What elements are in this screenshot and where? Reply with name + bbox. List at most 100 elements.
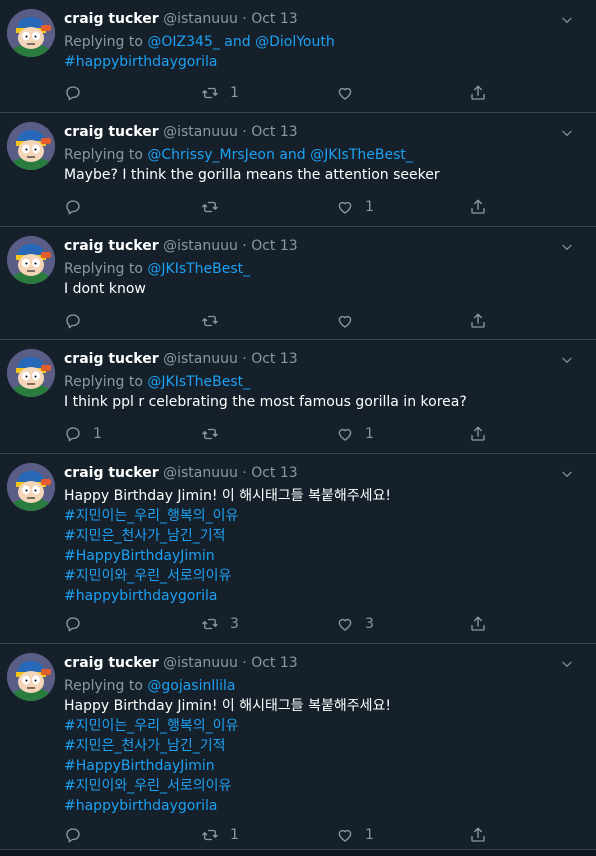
tweet-content: craig tucker @istanuuu · Oct 13 Replying … xyxy=(64,237,556,299)
more-options-button[interactable] xyxy=(560,656,574,670)
more-options-button[interactable] xyxy=(560,352,574,366)
tweet-body: Replying to @OIZ345_ and @DiolYouth #happ… xyxy=(64,32,556,72)
reply-button[interactable] xyxy=(64,614,93,634)
tweet-text: I dont know xyxy=(64,281,146,297)
replying-to-line: Replying to @JKIsTheBest_ xyxy=(64,259,556,279)
avatar[interactable] xyxy=(7,122,55,170)
like-button[interactable] xyxy=(336,311,365,331)
share-button[interactable] xyxy=(469,311,487,331)
avatar[interactable] xyxy=(7,9,55,57)
share-button[interactable] xyxy=(469,614,487,634)
tweet-actions: 1 xyxy=(64,83,504,103)
tweet[interactable]: craig tucker @istanuuu · Oct 13 Replying … xyxy=(0,644,596,850)
hashtag-link[interactable]: #지민이와_우린_서로의이유 xyxy=(64,566,556,586)
user-handle[interactable]: @istanuuu xyxy=(163,124,238,140)
hashtag-link[interactable]: #happybirthdaygorila xyxy=(64,796,556,816)
display-name[interactable]: craig tucker xyxy=(64,11,159,27)
more-options-button[interactable] xyxy=(560,125,574,139)
hashtag-link[interactable]: #지민이는_우리_행복의_이유 xyxy=(64,506,556,526)
retweet-icon xyxy=(202,315,218,327)
tweet[interactable]: craig tucker @istanuuu · Oct 13 Replying … xyxy=(0,0,596,113)
retweet-button[interactable]: 3 xyxy=(201,614,239,634)
retweet-button[interactable] xyxy=(201,311,230,331)
display-name[interactable]: craig tucker xyxy=(64,351,159,367)
hashtag-link[interactable]: #지민은_천사가_남긴_기적 xyxy=(64,526,556,546)
timestamp[interactable]: Oct 13 xyxy=(251,124,297,140)
tweet[interactable]: craig tucker @istanuuu · Oct 13 Replying … xyxy=(0,227,596,340)
like-button[interactable] xyxy=(336,83,365,103)
reply-button[interactable] xyxy=(64,83,93,103)
timestamp[interactable]: Oct 13 xyxy=(251,465,297,481)
user-handle[interactable]: @istanuuu xyxy=(163,238,238,254)
hashtag-link[interactable]: #HappyBirthdayJimin xyxy=(64,756,556,776)
reply-button[interactable] xyxy=(64,311,93,331)
hashtag-link[interactable]: #happybirthdaygorila xyxy=(64,586,556,606)
retweet-button[interactable] xyxy=(201,424,230,444)
avatar-image xyxy=(7,653,55,701)
user-handle[interactable]: @istanuuu xyxy=(163,655,238,671)
user-handle[interactable]: @istanuuu xyxy=(163,11,238,27)
reply-icon xyxy=(66,86,80,101)
hashtag-link[interactable]: #지민이와_우린_서로의이유 xyxy=(64,776,556,796)
timestamp[interactable]: Oct 13 xyxy=(251,238,297,254)
more-options-button[interactable] xyxy=(560,12,574,26)
tweet-header: craig tucker @istanuuu · Oct 13 xyxy=(64,654,556,672)
like-count: 3 xyxy=(365,616,374,632)
reply-mention-link[interactable]: @JKIsTheBest_ xyxy=(147,374,250,390)
share-button[interactable] xyxy=(469,83,487,103)
tweet-body: Replying to @Chrissy_MrsJeon and @JKIsTh… xyxy=(64,145,556,185)
user-handle[interactable]: @istanuuu xyxy=(163,465,238,481)
chevron-down-icon xyxy=(562,17,572,23)
avatar[interactable] xyxy=(7,463,55,511)
avatar-image xyxy=(7,463,55,511)
tweet-text: Maybe? I think the gorilla means the att… xyxy=(64,167,440,183)
reply-mention-link[interactable]: @JKIsTheBest_ xyxy=(147,261,250,277)
share-button[interactable] xyxy=(469,197,487,217)
timestamp[interactable]: Oct 13 xyxy=(251,351,297,367)
replying-to-label: Replying to xyxy=(64,261,143,277)
like-button[interactable]: 1 xyxy=(336,825,374,845)
retweet-button[interactable]: 1 xyxy=(201,825,239,845)
reply-button[interactable] xyxy=(64,197,93,217)
like-count: 1 xyxy=(365,199,374,215)
timestamp[interactable]: Oct 13 xyxy=(251,11,297,27)
reply-mention-link[interactable]: @gojasinllila xyxy=(147,678,235,694)
hashtag-link[interactable]: #HappyBirthdayJimin xyxy=(64,546,556,566)
more-options-button[interactable] xyxy=(560,466,574,480)
tweet-header: craig tucker @istanuuu · Oct 13 xyxy=(64,350,556,368)
avatar[interactable] xyxy=(7,236,55,284)
more-options-button[interactable] xyxy=(560,239,574,253)
share-button[interactable] xyxy=(469,825,487,845)
like-button[interactable]: 3 xyxy=(336,614,374,634)
like-button[interactable]: 1 xyxy=(336,424,374,444)
tweet[interactable]: craig tucker @istanuuu · Oct 13 Replying … xyxy=(0,340,596,454)
reply-mention-link[interactable]: @OIZ345_ and @DiolYouth xyxy=(147,34,334,50)
reply-button[interactable] xyxy=(64,825,93,845)
tweet-actions: 11 xyxy=(64,424,504,444)
like-button[interactable]: 1 xyxy=(336,197,374,217)
tweet[interactable]: craig tucker @istanuuu · Oct 13 Happy Bir… xyxy=(0,454,596,644)
tweet-header: craig tucker @istanuuu · Oct 13 xyxy=(64,464,556,482)
share-button[interactable] xyxy=(469,424,487,444)
tweet-body: Replying to @JKIsTheBest_ I think ppl r c… xyxy=(64,372,556,412)
retweet-button[interactable] xyxy=(201,197,230,217)
display-name[interactable]: craig tucker xyxy=(64,465,159,481)
hashtag-link[interactable]: #지민은_천사가_남긴_기적 xyxy=(64,736,556,756)
avatar[interactable] xyxy=(7,349,55,397)
display-name[interactable]: craig tucker xyxy=(64,238,159,254)
retweet-button[interactable]: 1 xyxy=(201,83,239,103)
avatar[interactable] xyxy=(7,653,55,701)
display-name[interactable]: craig tucker xyxy=(64,124,159,140)
tweet-body: Replying to @gojasinllila Happy Birthday … xyxy=(64,676,556,816)
timestamp[interactable]: Oct 13 xyxy=(251,655,297,671)
reply-mention-link[interactable]: @Chrissy_MrsJeon and @JKIsTheBest_ xyxy=(147,147,413,163)
user-handle[interactable]: @istanuuu xyxy=(163,351,238,367)
tweet-text: Happy Birthday Jimin! 이 해시태그들 복붙해주세요! xyxy=(64,488,391,504)
separator-dot: · xyxy=(242,655,247,671)
avatar-image xyxy=(7,236,55,284)
display-name[interactable]: craig tucker xyxy=(64,655,159,671)
tweet[interactable]: craig tucker @istanuuu · Oct 13 Replying … xyxy=(0,113,596,227)
reply-button[interactable]: 1 xyxy=(64,424,102,444)
hashtag-link[interactable]: #지민이는_우리_행복의_이유 xyxy=(64,716,556,736)
hashtag-link[interactable]: #happybirthdaygorila xyxy=(64,52,556,72)
